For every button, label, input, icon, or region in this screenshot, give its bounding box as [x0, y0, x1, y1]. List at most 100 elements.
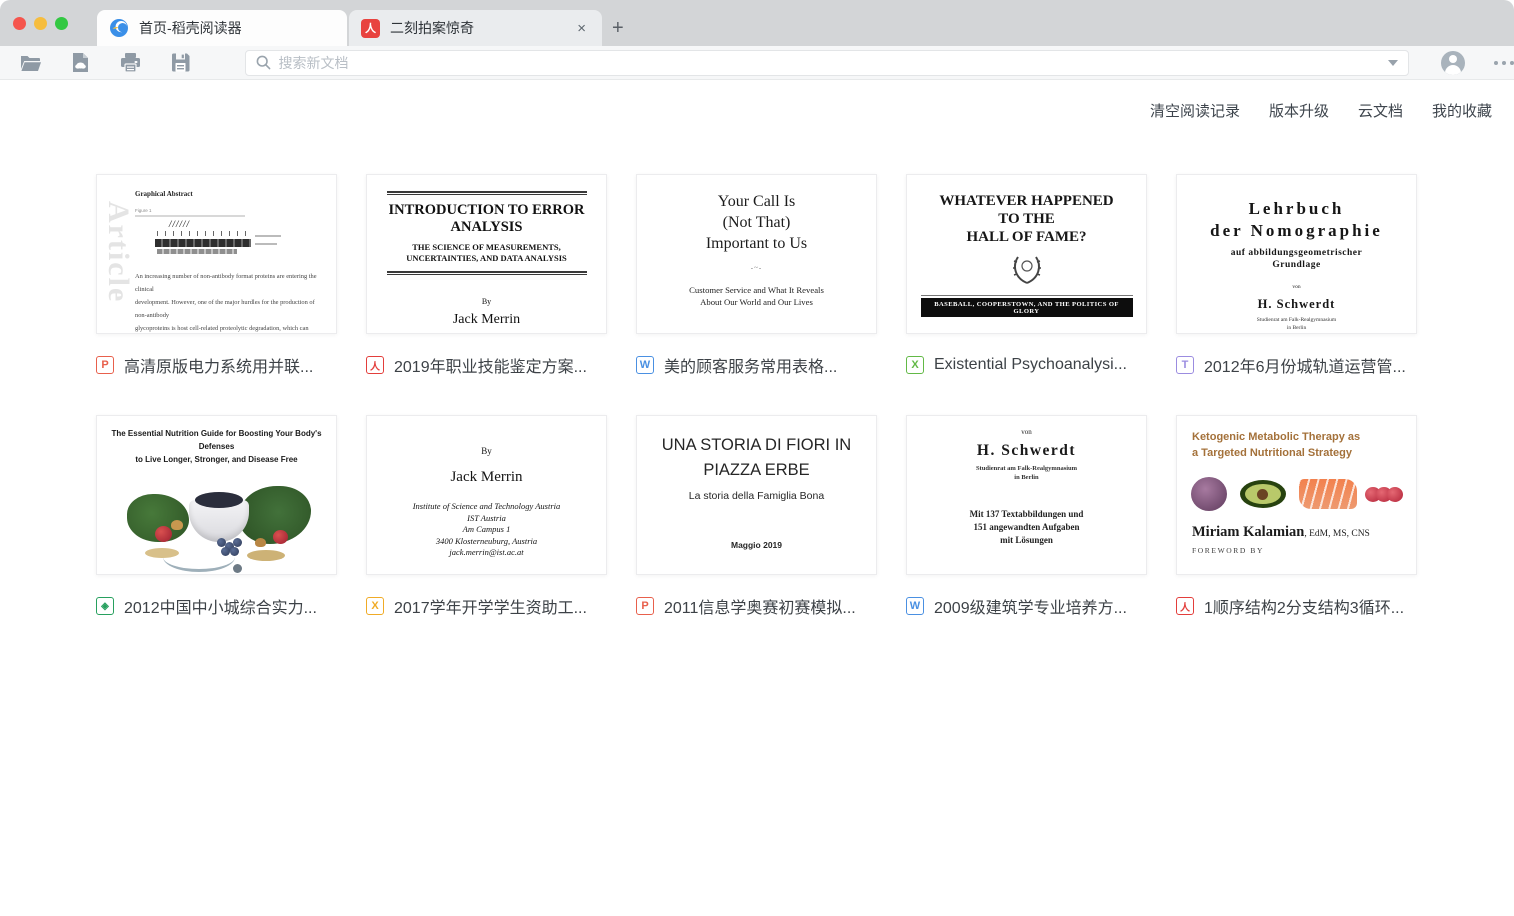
- red-cabbage: [1191, 477, 1227, 511]
- minimize-window-button[interactable]: [34, 17, 47, 30]
- document-card[interactable]: The Essential Nutrition Guide for Boosti…: [96, 415, 337, 617]
- foods-illustration: [1191, 473, 1416, 515]
- document-title: 2012中国中小城综合实力...: [124, 594, 317, 618]
- document-title: 2011信息学奥赛初赛模拟...: [664, 594, 856, 618]
- document-thumbnail[interactable]: By Jack Merrin Institute of Science and …: [366, 415, 607, 575]
- document-title-row[interactable]: W 美的顾客服务常用表格...: [636, 354, 877, 376]
- document-card[interactable]: INTRODUCTION TO ERRORANALYSIS THE SCIENC…: [366, 174, 607, 376]
- document-title-row[interactable]: P 高清原版电力系统用并联...: [96, 354, 337, 376]
- close-window-button[interactable]: [13, 17, 26, 30]
- pdf-file-icon: 人: [1176, 597, 1194, 615]
- search-input[interactable]: [279, 55, 1388, 71]
- tab-home-label: 首页-稻壳阅读器: [139, 18, 242, 38]
- open-file-button[interactable]: [20, 52, 41, 73]
- avocado: [1240, 480, 1286, 508]
- raspberries: [1370, 487, 1403, 502]
- quick-links: 清空阅读记录 版本升级 云文档 我的收藏: [1150, 100, 1492, 121]
- banner-text: BASEBALL, COOPERSTOWN, AND THE POLITICS …: [921, 298, 1133, 317]
- vegetables-illustration: [97, 468, 336, 575]
- figure-hatch-marks: //////: [169, 219, 190, 229]
- reader-logo-icon: [109, 18, 129, 38]
- document-title-row[interactable]: P 2011信息学奥赛初赛模拟...: [636, 595, 877, 617]
- new-tab-button[interactable]: +: [612, 18, 624, 38]
- document-title: 2009级建筑学专业培养方...: [934, 594, 1127, 618]
- ellipsis-icon: [1494, 61, 1498, 65]
- document-card[interactable]: UNA STORIA DI FIORI IN PIAZZA ERBE La st…: [636, 415, 877, 617]
- ppt-file-icon: P: [96, 356, 114, 374]
- document-title: 高清原版电力系统用并联...: [124, 353, 313, 377]
- watermark-text: Article: [101, 201, 135, 303]
- print-button[interactable]: [120, 52, 141, 73]
- cloud-documents-link[interactable]: 云文档: [1358, 100, 1403, 121]
- gel-blot-strip2: [157, 249, 237, 254]
- document-title: 1顺序结构2分支结构3循环...: [1204, 594, 1404, 618]
- save-button[interactable]: [170, 52, 191, 73]
- document-title-row[interactable]: 人 1顺序结构2分支结构3循环...: [1176, 595, 1417, 617]
- ppt-file-icon: P: [636, 597, 654, 615]
- figure-ticks: [157, 231, 249, 236]
- search-bar[interactable]: [245, 50, 1409, 76]
- excel-file-icon: X: [366, 597, 384, 615]
- my-favorites-link[interactable]: 我的收藏: [1432, 100, 1492, 121]
- document-grid: Article Graphical Abstract Figure 1 ////…: [96, 174, 1417, 617]
- document-thumbnail[interactable]: Your Call Is (Not That) Important to Us …: [636, 174, 877, 334]
- word-file-icon: W: [906, 597, 924, 615]
- laurel-wreath-icon: [1006, 256, 1048, 286]
- txt-file-icon: T: [1176, 356, 1194, 374]
- document-title: 2019年职业技能鉴定方案...: [394, 353, 587, 377]
- document-thumbnail[interactable]: von H. Schwerdt Studienrat am Falk-Realg…: [906, 415, 1147, 575]
- tab-document[interactable]: 人 二刻拍案惊奇 ×: [349, 10, 602, 46]
- document-thumbnail[interactable]: Article Graphical Abstract Figure 1 ////…: [96, 174, 337, 334]
- new-document-button[interactable]: [70, 52, 91, 73]
- epub-file-icon: ◈: [96, 597, 114, 615]
- document-card[interactable]: von H. Schwerdt Studienrat am Falk-Realg…: [906, 415, 1147, 617]
- document-title-row[interactable]: X 2017学年开学学生资助工...: [366, 595, 607, 617]
- clear-reading-history-link[interactable]: 清空阅读记录: [1150, 100, 1240, 121]
- zoom-window-button[interactable]: [55, 17, 68, 30]
- search-icon: [256, 55, 271, 70]
- traffic-lights: [13, 17, 68, 30]
- save-floppy-icon: [171, 53, 190, 72]
- excel-file-icon: X: [906, 356, 924, 374]
- app-window: 首页-稻壳阅读器 人 二刻拍案惊奇 × +: [0, 0, 1514, 916]
- pdf-file-icon: 人: [366, 356, 384, 374]
- ornament: -~-: [637, 264, 876, 272]
- document-card[interactable]: Article Graphical Abstract Figure 1 ////…: [96, 174, 337, 376]
- tab-bar: 首页-稻壳阅读器 人 二刻拍案惊奇 × +: [0, 0, 1514, 46]
- more-menu-button[interactable]: [1494, 61, 1514, 65]
- document-card[interactable]: Lehrbuch der Nomographie auf abbildungsg…: [1176, 174, 1417, 376]
- document-title-row[interactable]: T 2012年6月份城轨道运营管...: [1176, 354, 1417, 376]
- version-upgrade-link[interactable]: 版本升级: [1269, 100, 1329, 121]
- search-dropdown-caret-icon[interactable]: [1388, 60, 1398, 66]
- document-title: 2017学年开学学生资助工...: [394, 594, 587, 618]
- document-title: 美的顾客服务常用表格...: [664, 353, 837, 377]
- tab-document-label: 二刻拍案惊奇: [390, 18, 474, 38]
- document-title: Existential Psychoanalysi...: [934, 356, 1127, 374]
- document-card[interactable]: By Jack Merrin Institute of Science and …: [366, 415, 607, 617]
- document-title: 2012年6月份城轨道运营管...: [1204, 353, 1406, 377]
- document-title-row[interactable]: 人 2019年职业技能鉴定方案...: [366, 354, 607, 376]
- document-thumbnail[interactable]: WHATEVER HAPPENED TO THE HALL OF FAME? B…: [906, 174, 1147, 334]
- berries-in-mortar: [195, 492, 243, 508]
- document-title-row[interactable]: X Existential Psychoanalysi...: [906, 354, 1147, 376]
- document-thumbnail[interactable]: Ketogenic Metabolic Therapy asa Targeted…: [1176, 415, 1417, 575]
- gel-blot-strip: [155, 239, 251, 247]
- word-file-icon: W: [636, 356, 654, 374]
- printer-icon: [120, 53, 141, 73]
- user-avatar-button[interactable]: [1441, 51, 1465, 75]
- document-card[interactable]: Ketogenic Metabolic Therapy asa Targeted…: [1176, 415, 1417, 617]
- open-folder-icon: [20, 54, 41, 72]
- document-card[interactable]: Your Call Is (Not That) Important to Us …: [636, 174, 877, 376]
- document-thumbnail[interactable]: UNA STORIA DI FIORI IN PIAZZA ERBE La st…: [636, 415, 877, 575]
- document-title-row[interactable]: W 2009级建筑学专业培养方...: [906, 595, 1147, 617]
- document-thumbnail[interactable]: Lehrbuch der Nomographie auf abbildungsg…: [1176, 174, 1417, 334]
- document-thumbnail[interactable]: The Essential Nutrition Guide for Boosti…: [96, 415, 337, 575]
- close-tab-icon[interactable]: ×: [573, 19, 590, 38]
- document-card[interactable]: WHATEVER HAPPENED TO THE HALL OF FAME? B…: [906, 174, 1147, 376]
- document-cloud-icon: [72, 52, 89, 73]
- document-title-row[interactable]: ◈ 2012中国中小城综合实力...: [96, 595, 337, 617]
- tab-home[interactable]: 首页-稻壳阅读器: [97, 10, 347, 46]
- document-thumbnail[interactable]: INTRODUCTION TO ERRORANALYSIS THE SCIENC…: [366, 174, 607, 334]
- pdf-file-icon: 人: [361, 19, 380, 38]
- toolbar: [0, 46, 1514, 80]
